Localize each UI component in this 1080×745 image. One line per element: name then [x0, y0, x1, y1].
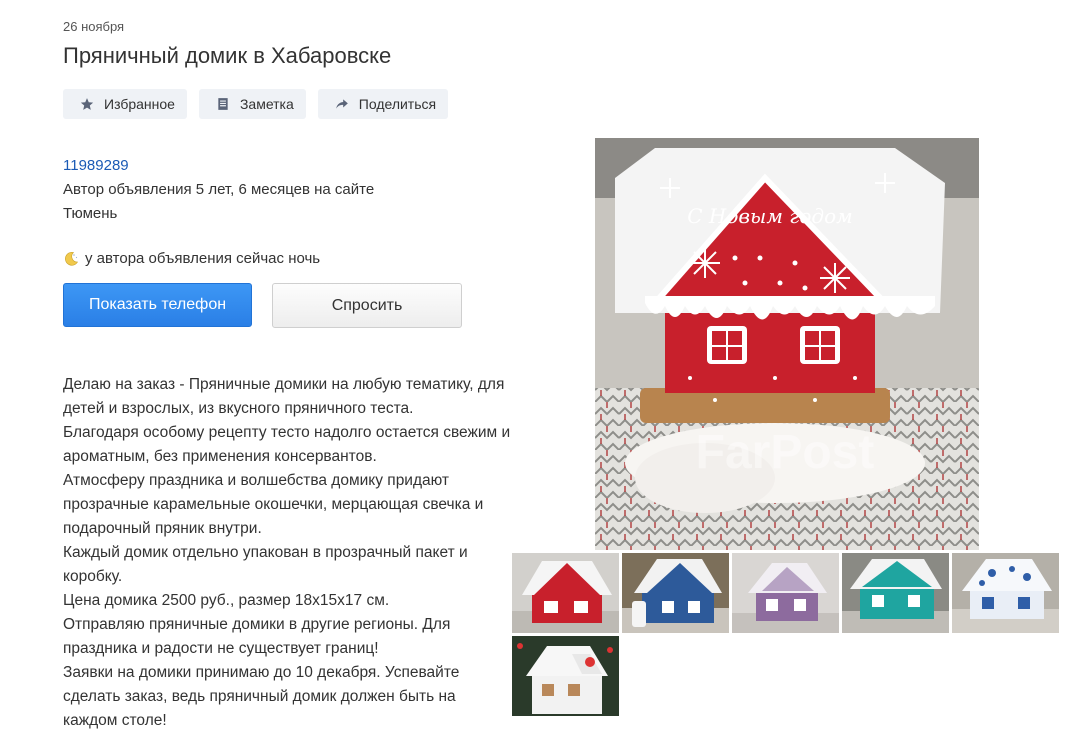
description-paragraph: Благодаря особому рецепту тесто надолго … — [63, 424, 511, 465]
action-bar: Избранное Заметка Поделиться — [63, 89, 449, 119]
share-button[interactable]: Поделиться — [317, 89, 449, 119]
description: Делаю на заказ - Пряничные домики на люб… — [63, 373, 513, 733]
favorite-label: Избранное — [104, 96, 175, 112]
photo-watermark: FarPost — [696, 426, 875, 479]
thumb-teal-house[interactable] — [842, 553, 949, 633]
author-status: у автора объявления сейчас ночь — [63, 250, 320, 267]
post-date: 26 ноября — [63, 19, 125, 34]
thumb-white-blue-house[interactable] — [952, 553, 1059, 633]
main-photo[interactable]: С Новым годом FarPost — [595, 138, 979, 550]
description-paragraph: Делаю на заказ - Пряничные домики на люб… — [63, 376, 505, 417]
thumb-blue-house[interactable] — [622, 553, 729, 633]
thumb-red-house[interactable] — [512, 553, 619, 633]
show-phone-button[interactable]: Показать телефон — [63, 283, 252, 327]
star-icon — [79, 96, 95, 112]
description-paragraph: Цена домика 2500 руб., размер 18х15х17 с… — [63, 592, 390, 609]
description-paragraph: Атмосферу праздника и волшебства домику … — [63, 472, 484, 537]
description-paragraph: Заявки на домики принимаю до 10 декабря.… — [63, 664, 460, 729]
note-label: Заметка — [239, 96, 294, 112]
description-paragraph: Каждый домик отдельно упакован в прозрач… — [63, 544, 468, 585]
author-status-text: у автора объявления сейчас ночь — [85, 250, 321, 267]
share-icon — [334, 96, 350, 112]
note-icon — [215, 96, 231, 112]
page-title: Пряничный домик в Хабаровске — [63, 43, 392, 68]
favorite-button[interactable]: Избранное — [63, 89, 187, 119]
thumb-purple-house[interactable] — [732, 553, 839, 633]
moon-icon — [63, 251, 79, 267]
ask-button[interactable]: Спросить — [272, 283, 462, 328]
ad-id-link[interactable]: 11989289 — [63, 157, 129, 174]
photo-inscription: С Новым годом — [687, 204, 852, 228]
author-age: Автор объявления 5 лет, 6 месяцев на сай… — [63, 181, 375, 198]
share-label: Поделиться — [358, 96, 437, 112]
description-paragraph: Отправляю пряничные домики в другие реги… — [63, 616, 451, 657]
note-button[interactable]: Заметка — [198, 89, 306, 119]
thumb-white-house[interactable] — [512, 636, 619, 716]
city: Тюмень — [63, 205, 118, 222]
